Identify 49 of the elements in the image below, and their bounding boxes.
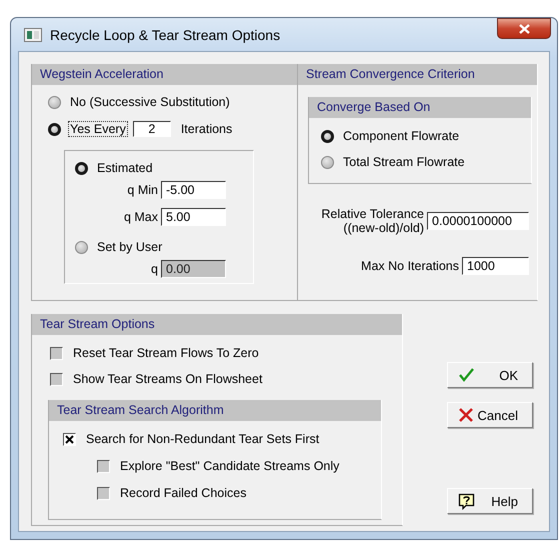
ok-button[interactable]: OK [447, 362, 533, 388]
checkbox-label[interactable]: Search for Non-Redundant Tear Sets First [86, 432, 320, 446]
checkbox-label[interactable]: Reset Tear Stream Flows To Zero [73, 346, 259, 360]
number-input[interactable]: -5.00 [161, 181, 226, 199]
checkbox-label[interactable]: Explore "Best" Candidate Streams Only [120, 459, 340, 473]
field-label: q Max [124, 210, 158, 224]
checkbox[interactable] [97, 460, 110, 472]
close-button[interactable] [497, 18, 551, 39]
close-icon [518, 24, 530, 34]
radio-button[interactable] [321, 130, 334, 142]
window-title: Recycle Loop & Tear Stream Options [50, 26, 280, 42]
number-input[interactable]: 1000 [462, 257, 529, 275]
radio-label[interactable]: Set by User [96, 240, 164, 254]
radio-label[interactable]: Yes Every [69, 122, 127, 136]
iterations-input[interactable]: 2 [132, 121, 171, 137]
app-icon [24, 28, 42, 42]
field-label: Max No Iterations [361, 259, 459, 273]
radio-button[interactable] [48, 122, 61, 136]
number-input[interactable]: 0.0000100000 [427, 212, 529, 230]
checkbox-label[interactable]: Record Failed Choices [120, 486, 246, 500]
field-sublabel: ((new-old)/old) [342, 221, 424, 235]
group-header: Tear Stream Options [32, 314, 402, 335]
check-icon [458, 366, 475, 384]
close-icon [458, 406, 475, 424]
radio-label: Iterations [180, 122, 232, 136]
field-label: q Min [127, 183, 158, 197]
group-header: Tear Stream Search Algorithm [49, 400, 381, 421]
radio-button[interactable] [321, 156, 334, 168]
cancel-button[interactable]: Cancel [447, 402, 533, 428]
checkbox-label[interactable]: Show Tear Streams On Flowsheet [73, 372, 262, 386]
field-label: q [151, 262, 158, 276]
checkbox[interactable] [63, 432, 76, 446]
radio-button[interactable] [48, 96, 61, 108]
radio-label[interactable]: Estimated [96, 161, 154, 175]
checkbox[interactable] [50, 346, 63, 360]
checkbox[interactable] [97, 486, 110, 500]
help-button[interactable]: Help [447, 488, 533, 514]
field-label: Relative Tolerance [321, 207, 424, 221]
radio-label[interactable]: Total Stream Flowrate [342, 155, 466, 169]
radio-label[interactable]: Component Flowrate [342, 129, 460, 143]
group-header: Converge Based On [309, 97, 531, 118]
number-input[interactable]: 5.00 [161, 208, 226, 226]
radio-button[interactable] [75, 162, 88, 174]
checkbox[interactable] [50, 372, 63, 386]
radio-label[interactable]: No (Successive Substitution) [69, 95, 231, 109]
group-header: Stream Convergence Criterion [298, 64, 537, 85]
group-header: Wegstein Acceleration [32, 64, 298, 85]
radio-button[interactable] [75, 240, 88, 254]
help-icon [458, 492, 475, 510]
